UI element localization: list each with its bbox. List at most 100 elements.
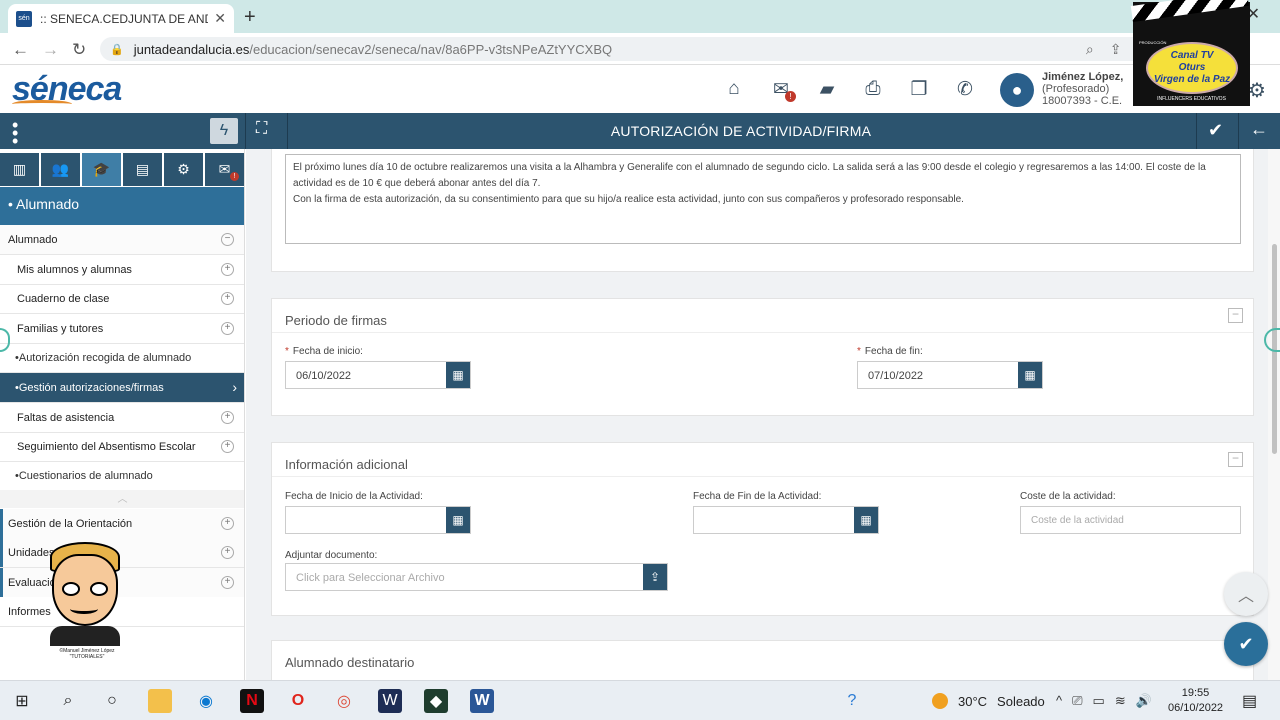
sidebar-heading: • Alumnado [0,187,244,225]
expand-icon[interactable]: + [221,440,234,453]
expand-icon[interactable]: + [221,263,234,276]
sidebar-item-absentismo[interactable]: Seguimiento del Absentismo Escolar + [0,432,244,462]
expand-icon[interactable]: + [221,546,234,559]
weather-widget[interactable]: 30°C Soleado [932,693,1045,709]
print-icon[interactable]: ⎙ [858,76,888,102]
settings-icon[interactable]: ⚙ [164,153,203,186]
book-icon[interactable]: ▤ [123,153,162,186]
url-path: /educacion/senecav2/seneca/nav/8a6PP-v3t… [249,41,613,57]
zoom-icon[interactable]: ⌕ [1086,41,1094,58]
confirm-check-icon[interactable]: ✔ [1208,120,1223,141]
users-icon[interactable]: 👥 [41,153,80,186]
sidebar-item-label: Alumnado [8,233,58,246]
mail-badge: ! [785,91,796,102]
minimize-section-icon[interactable]: − [1228,452,1243,467]
sidebar-item-gestion-autorizaciones[interactable]: •Gestión autorizaciones/firmas › [0,373,244,403]
reload-icon[interactable]: ↻ [72,40,86,60]
sidebar-item-cuestionarios[interactable]: •Cuestionarios de alumnado [0,461,244,491]
opera-icon[interactable]: O [286,689,310,713]
browser-tab[interactable]: sén :: SENECA.CEDJUNTA DE ANDALUCÍA ✕ [8,4,234,33]
back-icon[interactable]: ← [12,40,29,60]
sidebar-item-faltas[interactable]: Faltas de asistencia + [0,403,244,433]
sidebar-item-mis-alumnos[interactable]: Mis alumnos y alumnas + [0,255,244,285]
graduation-cap-icon[interactable]: 🎓 [82,153,121,186]
sidebar-item-autorizacion-recogida[interactable]: •Autorización recogida de alumnado [0,343,244,373]
sidebar-mail-icon[interactable]: ✉! [205,153,244,186]
meet-icon[interactable]: ⎚ [1072,693,1082,709]
mail-icon[interactable]: ✉! [766,76,796,102]
folder-icon[interactable]: ▰ [812,76,842,102]
building-icon[interactable]: ▥ [0,153,39,186]
time: 19:55 [1181,687,1210,699]
user-name: Jiménez López, [1042,71,1124,83]
chevron-up-icon[interactable]: ^ [1056,693,1062,709]
sidebar-item-cuaderno[interactable]: Cuaderno de clase + [0,284,244,314]
expand-icon[interactable]: + [221,517,234,530]
menu-dots-icon[interactable]: • • • [12,116,18,150]
new-tab-icon[interactable]: + [244,6,256,29]
description-textarea[interactable]: El próximo lunes día 10 de octubre reali… [285,154,1241,244]
windows-start-icon[interactable]: ⊞ [10,689,34,713]
user-avatar[interactable]: ● [1000,73,1034,107]
upload-file-icon[interactable]: ⇪ [643,564,667,590]
chrome-icon[interactable]: ◎ [332,689,356,713]
app-icon[interactable]: ◆ [424,689,448,713]
calendar-icon[interactable]: ▦ [446,362,470,388]
calendar-icon[interactable]: ▦ [854,507,878,533]
calendar-icon[interactable]: ▦ [446,507,470,533]
attach-label: Adjuntar documento: [285,550,378,561]
attach-file-field[interactable]: Click para Seleccionar Archivo ⇪ [285,563,668,591]
battery-icon[interactable]: ▭ [1093,693,1105,709]
user-info[interactable]: Jiménez López, (Profesorado) 18007393 - … [1042,71,1123,107]
home-icon[interactable]: ⌂ [719,76,749,102]
file-explorer-icon[interactable] [148,689,172,713]
cost-input[interactable]: Coste de la actividad [1020,506,1241,534]
expand-icon[interactable]: + [221,322,234,335]
flash-icon[interactable]: ϟ [210,118,238,144]
search-icon[interactable]: ⌕ [56,689,80,713]
sidebar-item-familias[interactable]: Familias y tutores + [0,314,244,344]
share-icon[interactable]: ⇪ [1110,41,1122,58]
tab-title: :: SENECA.CEDJUNTA DE ANDALUCÍA [40,11,208,26]
page-toolbar: • • • ϟ ⛶ AUTORIZACIÓN DE ACTIVIDAD/FIRMA … [0,113,1280,150]
fullscreen-icon[interactable]: ⛶ [256,120,267,138]
sidebar-item-alumnado[interactable]: Alumnado − [0,225,244,255]
activity-end-field[interactable]: ▦ [693,506,879,534]
forward-icon[interactable]: → [42,40,59,60]
save-check-button[interactable]: ✔ [1224,622,1268,666]
sidebar-item-label: Faltas de asistencia [17,411,115,424]
mascot-caption: ©Manuel Jiménez López "TUTORIALES" [59,648,115,660]
end-date-field[interactable]: 07/10/2022 ▦ [857,361,1043,389]
word-icon[interactable]: W [470,689,494,713]
chevron-up-icon[interactable]: ︿ [0,490,244,508]
collapse-icon[interactable]: − [221,233,234,246]
activity-start-field[interactable]: ▦ [285,506,471,534]
phone-icon[interactable]: ✆ [950,76,980,102]
expand-icon[interactable]: + [221,292,234,305]
help-icon[interactable]: ? [840,689,864,713]
minimize-section-icon[interactable]: − [1228,308,1243,323]
wifi-icon[interactable]: ≋ [1115,693,1126,709]
edge-icon[interactable]: ◉ [194,689,218,713]
back-arrow-icon[interactable]: ← [1250,119,1268,140]
volume-icon[interactable]: 🔊 [1136,693,1152,709]
address-bar: ← → ↻ 🔒 juntadeandalucia.es /educacion/s… [0,33,1280,65]
attach-placeholder: Click para Seleccionar Archivo [296,572,445,584]
copy-icon[interactable]: ❐ [904,76,934,102]
expand-icon[interactable]: + [221,411,234,424]
sidebar-item-label: Seguimiento del Absentismo Escolar [17,440,196,453]
cost-label: Coste de la actividad: [1020,491,1116,502]
seneca-logo[interactable]: séneca [12,70,122,109]
notification-icon[interactable]: ▤ [1242,691,1257,711]
netflix-icon[interactable]: N [240,689,264,713]
gear-icon[interactable]: ⚙ [1248,78,1266,103]
start-date-field[interactable]: 06/10/2022 ▦ [285,361,471,389]
scroll-top-button[interactable]: ︿ [1224,572,1268,616]
close-tab-icon[interactable]: ✕ [214,10,226,27]
url-input[interactable]: 🔒 juntadeandalucia.es /educacion/senecav… [100,37,1160,61]
webex-icon[interactable]: W [378,689,402,713]
task-view-icon[interactable]: ○ [100,689,124,713]
clock[interactable]: 19:55 06/10/2022 [1168,686,1223,716]
calendar-icon[interactable]: ▦ [1018,362,1042,388]
expand-icon[interactable]: + [221,576,234,589]
